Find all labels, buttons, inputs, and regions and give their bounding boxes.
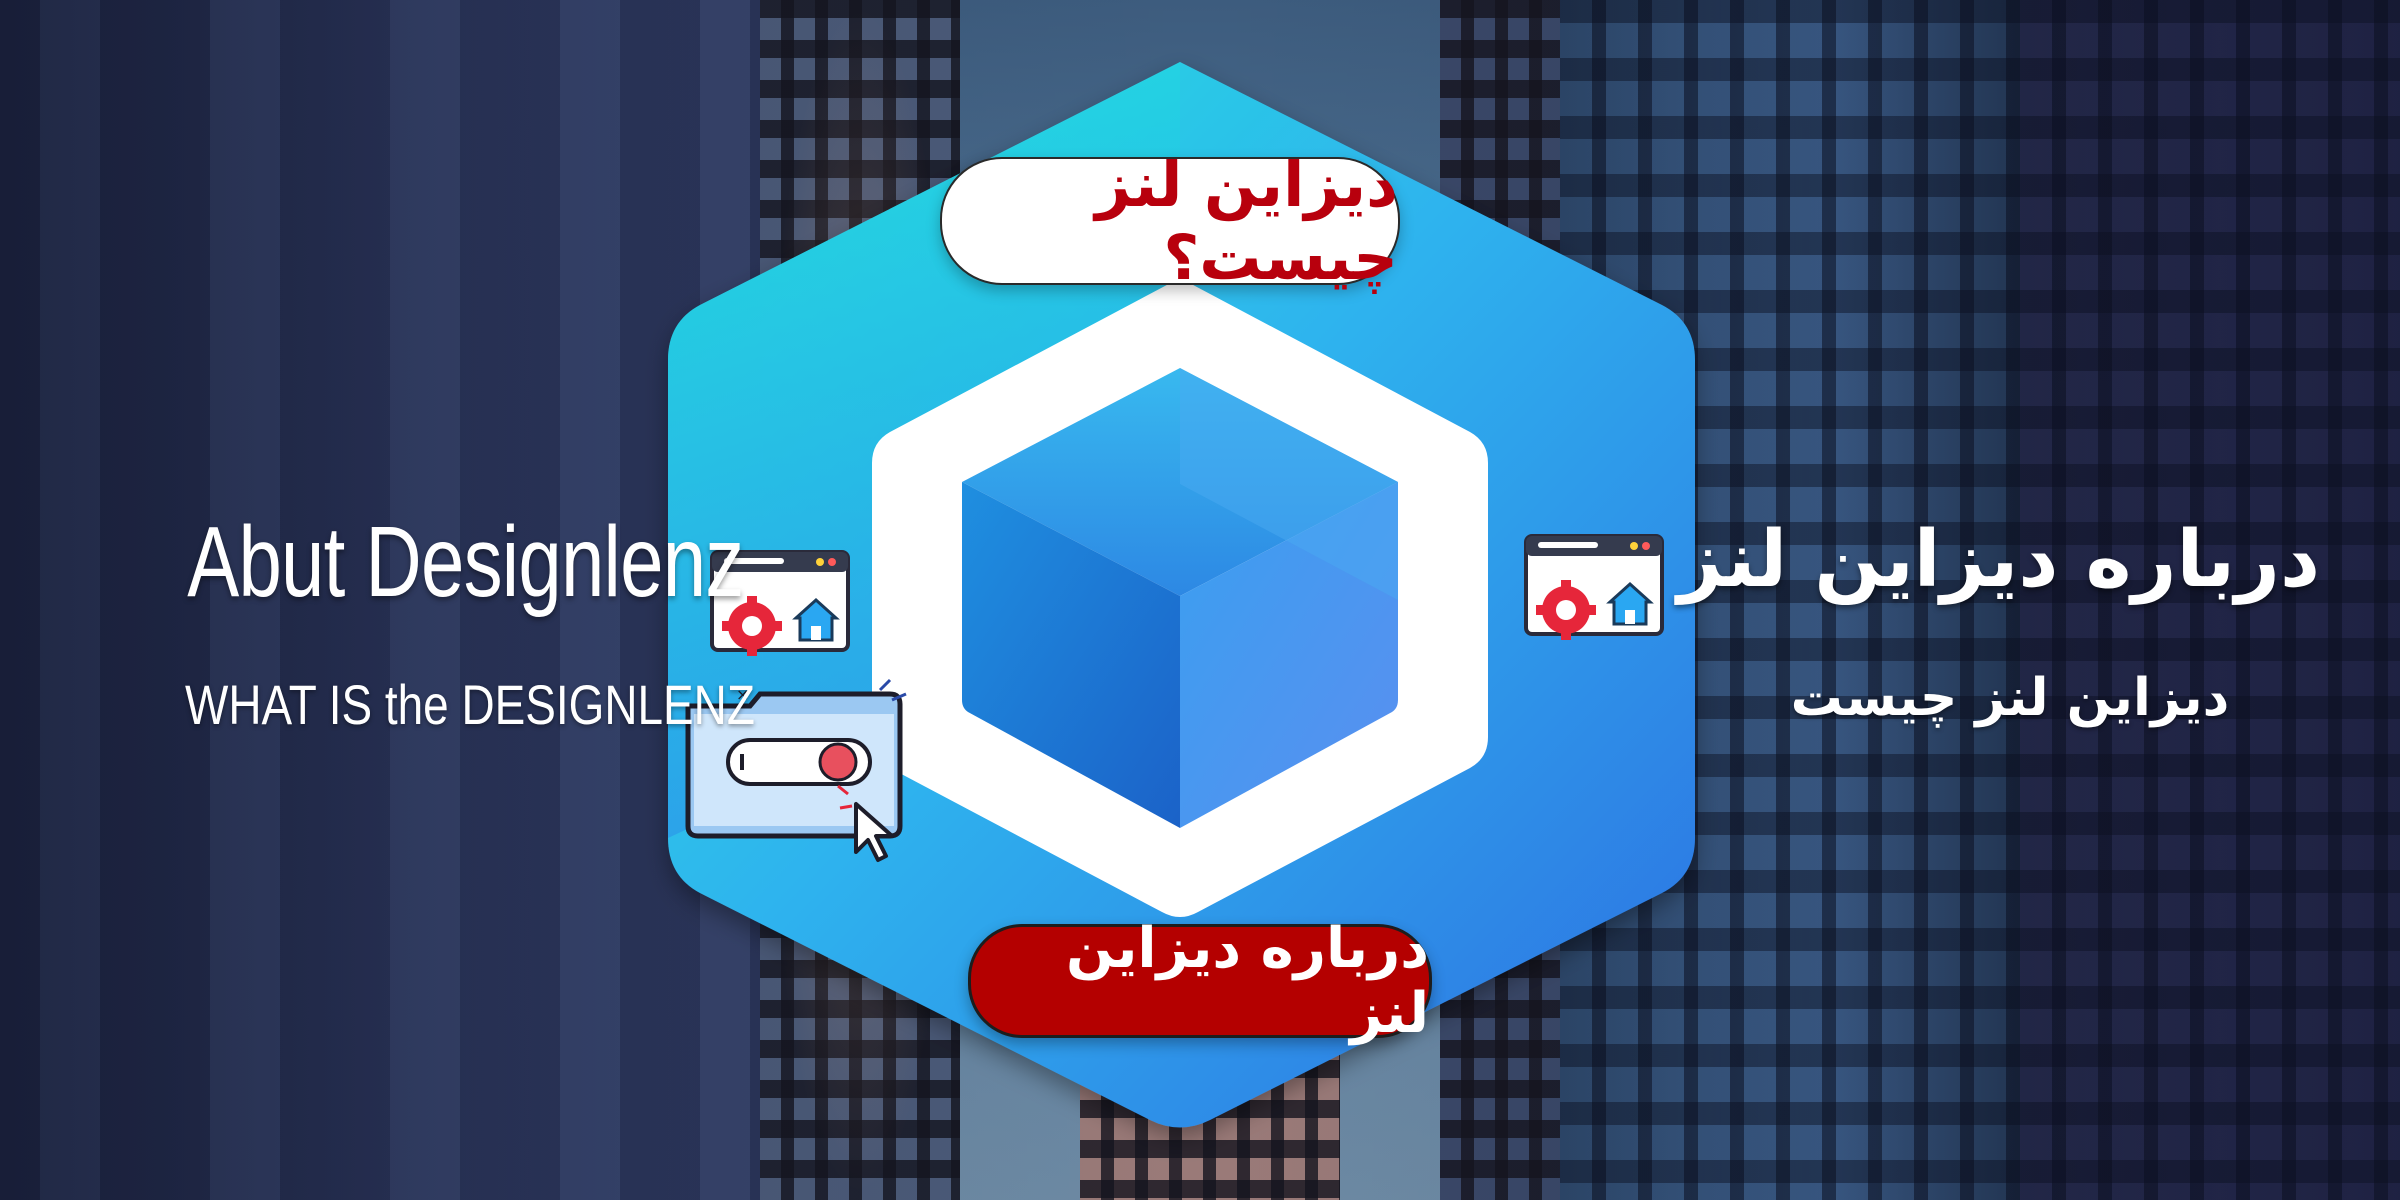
bottom-badge: درباره دیزاین لنز [968, 916, 1432, 1046]
bottom-badge-label: درباره دیزاین لنز [1065, 916, 1429, 1046]
browser-settings-home-icon [1524, 534, 1664, 640]
top-badge: دیزاین لنز چیست؟ [940, 148, 1400, 294]
right-title: درباره دیزاین لنز [1677, 515, 2320, 605]
top-badge-label: دیزاین لنز چیست؟ [1095, 148, 1398, 294]
right-subtitle: دیزاین لنز چیست [1790, 668, 2230, 728]
left-title: Abut Designlenz [187, 506, 744, 618]
left-subtitle: WHAT IS the DESIGNLENZ [185, 673, 755, 736]
